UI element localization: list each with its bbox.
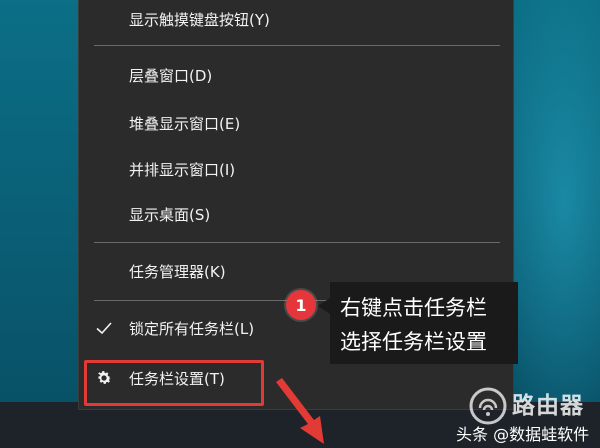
callout-line-2: 选择任务栏设置	[340, 330, 487, 354]
menu-item-label: 并排显示窗口(I)	[129, 160, 236, 179]
menu-item-label: 显示触摸键盘按钮(Y)	[129, 10, 270, 29]
arrow-icon	[276, 378, 324, 444]
menu-item-label: 堆叠显示窗口(E)	[129, 114, 241, 133]
callout-line-1: 右键点击任务栏	[340, 296, 487, 320]
menu-item-label: 显示桌面(S)	[129, 205, 211, 224]
callout-pointer	[318, 298, 330, 314]
watermark-source: 头条 @数据蛙软件	[456, 425, 590, 444]
menu-item-label: 层叠窗口(D)	[129, 66, 213, 85]
taskbar-settings-highlight	[84, 360, 264, 406]
step-number-badge: 1	[286, 290, 316, 320]
instruction-callout: 右键点击任务栏 选择任务栏设置	[330, 282, 518, 364]
menu-item-label: 锁定所有任务栏(L)	[129, 319, 255, 338]
menu-item-show-touch-keyboard[interactable]: 显示触摸键盘按钮(Y)	[79, 0, 513, 38]
watermark-title: 路由器	[512, 393, 584, 419]
menu-separator	[94, 242, 500, 243]
checkmark-icon	[96, 322, 112, 335]
menu-item-label: 任务管理器(K)	[129, 262, 226, 281]
menu-item-cascade-windows[interactable]: 层叠窗口(D)	[79, 56, 513, 94]
menu-item-side-by-side[interactable]: 并排显示窗口(I)	[79, 150, 513, 188]
menu-item-stack-windows[interactable]: 堆叠显示窗口(E)	[79, 104, 513, 142]
menu-item-show-desktop[interactable]: 显示桌面(S)	[79, 195, 513, 233]
router-logo-icon	[469, 387, 507, 425]
menu-separator	[94, 45, 500, 46]
